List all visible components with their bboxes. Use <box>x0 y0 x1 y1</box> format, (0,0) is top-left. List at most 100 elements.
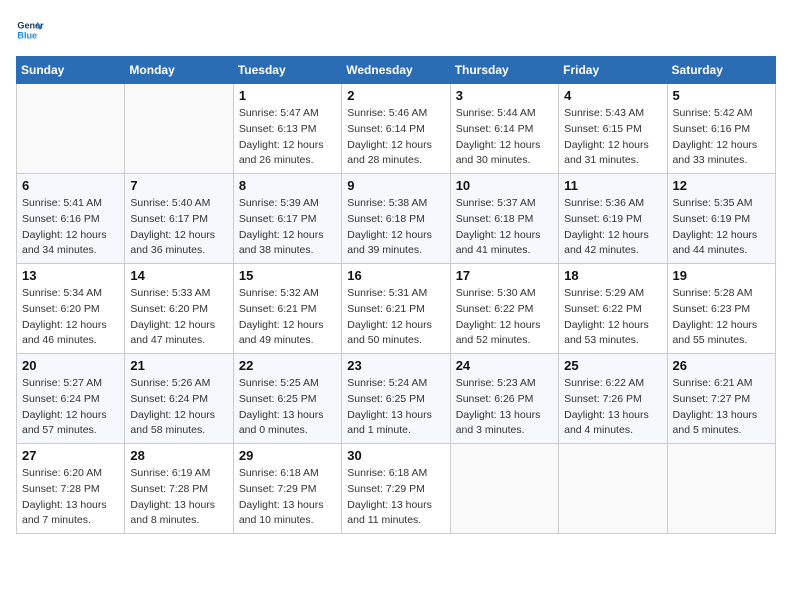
calendar-cell: 6Sunrise: 5:41 AM Sunset: 6:16 PM Daylig… <box>17 174 125 264</box>
calendar-cell: 25 Sunrise: 6:22 AM Sunset: 7:26 PM Dayli… <box>559 354 667 444</box>
calendar-cell: 12 Sunrise: 5:35 AM Sunset: 6:19 PM Dayli… <box>667 174 775 264</box>
day-number: 16 <box>347 268 444 283</box>
days-header-row: SundayMondayTuesdayWednesdayThursdayFrid… <box>17 57 776 84</box>
day-header-friday: Friday <box>559 57 667 84</box>
day-info: Sunrise: 6:18 AM Sunset: 7:29 PM Dayligh… <box>347 466 444 529</box>
day-info: Sunrise: 5:43 AM Sunset: 6:15 PM Dayligh… <box>564 106 661 169</box>
day-header-monday: Monday <box>125 57 233 84</box>
calendar-cell: 7Sunrise: 5:40 AM Sunset: 6:17 PM Daylig… <box>125 174 233 264</box>
day-number: 25 <box>564 358 661 373</box>
calendar-cell: 22 Sunrise: 5:25 AM Sunset: 6:25 PM Dayli… <box>233 354 341 444</box>
day-info: Sunrise: 5:35 AM Sunset: 6:19 PM Dayligh… <box>673 196 770 259</box>
calendar-cell: 29 Sunrise: 6:18 AM Sunset: 7:29 PM Dayli… <box>233 444 341 534</box>
calendar-cell <box>559 444 667 534</box>
calendar-cell: 21 Sunrise: 5:26 AM Sunset: 6:24 PM Dayli… <box>125 354 233 444</box>
day-info: Sunrise: 5:32 AM Sunset: 6:21 PM Dayligh… <box>239 286 336 349</box>
day-number: 4 <box>564 88 661 103</box>
day-info: Sunrise: 5:29 AM Sunset: 6:22 PM Dayligh… <box>564 286 661 349</box>
day-number: 20 <box>22 358 119 373</box>
day-header-thursday: Thursday <box>450 57 558 84</box>
day-info: Sunrise: 5:23 AM Sunset: 6:26 PM Dayligh… <box>456 376 553 439</box>
day-info: Sunrise: 6:18 AM Sunset: 7:29 PM Dayligh… <box>239 466 336 529</box>
day-number: 11 <box>564 178 661 193</box>
day-header-wednesday: Wednesday <box>342 57 450 84</box>
day-number: 12 <box>673 178 770 193</box>
day-number: 10 <box>456 178 553 193</box>
day-info: Sunrise: 5:46 AM Sunset: 6:14 PM Dayligh… <box>347 106 444 169</box>
calendar-cell: 30Sunrise: 6:18 AM Sunset: 7:29 PM Dayli… <box>342 444 450 534</box>
calendar-cell: 10 Sunrise: 5:37 AM Sunset: 6:18 PM Dayli… <box>450 174 558 264</box>
logo: General Blue <box>16 16 50 44</box>
page-header: General Blue <box>16 16 776 44</box>
day-info: Sunrise: 5:36 AM Sunset: 6:19 PM Dayligh… <box>564 196 661 259</box>
calendar-cell: 1 Sunrise: 5:47 AM Sunset: 6:13 PM Daylig… <box>233 84 341 174</box>
day-info: Sunrise: 5:25 AM Sunset: 6:25 PM Dayligh… <box>239 376 336 439</box>
calendar-table: SundayMondayTuesdayWednesdayThursdayFrid… <box>16 56 776 534</box>
day-number: 14 <box>130 268 227 283</box>
calendar-cell: 8 Sunrise: 5:39 AM Sunset: 6:17 PM Daylig… <box>233 174 341 264</box>
day-number: 9 <box>347 178 444 193</box>
calendar-week-4: 20 Sunrise: 5:27 AM Sunset: 6:24 PM Dayli… <box>17 354 776 444</box>
day-number: 1 <box>239 88 336 103</box>
day-info: Sunrise: 5:28 AM Sunset: 6:23 PM Dayligh… <box>673 286 770 349</box>
calendar-cell: 18Sunrise: 5:29 AM Sunset: 6:22 PM Dayli… <box>559 264 667 354</box>
day-info: Sunrise: 5:26 AM Sunset: 6:24 PM Dayligh… <box>130 376 227 439</box>
day-info: Sunrise: 6:22 AM Sunset: 7:26 PM Dayligh… <box>564 376 661 439</box>
day-number: 8 <box>239 178 336 193</box>
day-header-sunday: Sunday <box>17 57 125 84</box>
day-number: 5 <box>673 88 770 103</box>
day-info: Sunrise: 5:38 AM Sunset: 6:18 PM Dayligh… <box>347 196 444 259</box>
day-header-tuesday: Tuesday <box>233 57 341 84</box>
calendar-cell <box>125 84 233 174</box>
calendar-cell <box>17 84 125 174</box>
day-info: Sunrise: 5:47 AM Sunset: 6:13 PM Dayligh… <box>239 106 336 169</box>
day-info: Sunrise: 5:42 AM Sunset: 6:16 PM Dayligh… <box>673 106 770 169</box>
day-number: 28 <box>130 448 227 463</box>
calendar-cell: 24 Sunrise: 5:23 AM Sunset: 6:26 PM Dayli… <box>450 354 558 444</box>
day-number: 17 <box>456 268 553 283</box>
calendar-cell: 15 Sunrise: 5:32 AM Sunset: 6:21 PM Dayli… <box>233 264 341 354</box>
calendar-cell: 11 Sunrise: 5:36 AM Sunset: 6:19 PM Dayli… <box>559 174 667 264</box>
day-number: 15 <box>239 268 336 283</box>
day-info: Sunrise: 5:37 AM Sunset: 6:18 PM Dayligh… <box>456 196 553 259</box>
day-info: Sunrise: 5:24 AM Sunset: 6:25 PM Dayligh… <box>347 376 444 439</box>
day-info: Sunrise: 5:34 AM Sunset: 6:20 PM Dayligh… <box>22 286 119 349</box>
day-number: 24 <box>456 358 553 373</box>
calendar-cell: 19 Sunrise: 5:28 AM Sunset: 6:23 PM Dayli… <box>667 264 775 354</box>
day-info: Sunrise: 5:41 AM Sunset: 6:16 PM Dayligh… <box>22 196 119 259</box>
calendar-cell: 17 Sunrise: 5:30 AM Sunset: 6:22 PM Dayli… <box>450 264 558 354</box>
calendar-cell: 27 Sunrise: 6:20 AM Sunset: 7:28 PM Dayli… <box>17 444 125 534</box>
calendar-cell: 2Sunrise: 5:46 AM Sunset: 6:14 PM Daylig… <box>342 84 450 174</box>
day-info: Sunrise: 5:40 AM Sunset: 6:17 PM Dayligh… <box>130 196 227 259</box>
day-info: Sunrise: 5:27 AM Sunset: 6:24 PM Dayligh… <box>22 376 119 439</box>
day-info: Sunrise: 5:44 AM Sunset: 6:14 PM Dayligh… <box>456 106 553 169</box>
day-info: Sunrise: 6:19 AM Sunset: 7:28 PM Dayligh… <box>130 466 227 529</box>
day-header-saturday: Saturday <box>667 57 775 84</box>
day-info: Sunrise: 5:31 AM Sunset: 6:21 PM Dayligh… <box>347 286 444 349</box>
day-number: 29 <box>239 448 336 463</box>
calendar-cell: 14 Sunrise: 5:33 AM Sunset: 6:20 PM Dayli… <box>125 264 233 354</box>
calendar-cell: 26Sunrise: 6:21 AM Sunset: 7:27 PM Dayli… <box>667 354 775 444</box>
day-info: Sunrise: 5:33 AM Sunset: 6:20 PM Dayligh… <box>130 286 227 349</box>
calendar-cell: 9 Sunrise: 5:38 AM Sunset: 6:18 PM Daylig… <box>342 174 450 264</box>
day-number: 23 <box>347 358 444 373</box>
calendar-cell: 5 Sunrise: 5:42 AM Sunset: 6:16 PM Daylig… <box>667 84 775 174</box>
day-number: 21 <box>130 358 227 373</box>
day-number: 26 <box>673 358 770 373</box>
calendar-cell <box>450 444 558 534</box>
day-number: 27 <box>22 448 119 463</box>
calendar-week-3: 13Sunrise: 5:34 AM Sunset: 6:20 PM Dayli… <box>17 264 776 354</box>
day-number: 19 <box>673 268 770 283</box>
calendar-cell: 16 Sunrise: 5:31 AM Sunset: 6:21 PM Dayli… <box>342 264 450 354</box>
day-info: Sunrise: 5:30 AM Sunset: 6:22 PM Dayligh… <box>456 286 553 349</box>
day-info: Sunrise: 5:39 AM Sunset: 6:17 PM Dayligh… <box>239 196 336 259</box>
day-number: 22 <box>239 358 336 373</box>
calendar-cell: 3 Sunrise: 5:44 AM Sunset: 6:14 PM Daylig… <box>450 84 558 174</box>
day-number: 3 <box>456 88 553 103</box>
calendar-cell: 23 Sunrise: 5:24 AM Sunset: 6:25 PM Dayli… <box>342 354 450 444</box>
calendar-cell <box>667 444 775 534</box>
calendar-cell: 28 Sunrise: 6:19 AM Sunset: 7:28 PM Dayli… <box>125 444 233 534</box>
logo-icon: General Blue <box>16 16 44 44</box>
day-info: Sunrise: 6:20 AM Sunset: 7:28 PM Dayligh… <box>22 466 119 529</box>
calendar-cell: 20 Sunrise: 5:27 AM Sunset: 6:24 PM Dayli… <box>17 354 125 444</box>
